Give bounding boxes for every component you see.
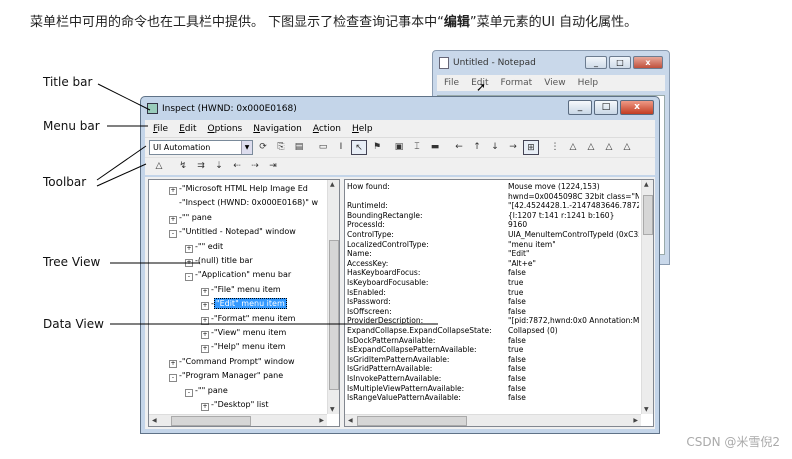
watermark: CSDN @米雪倪2 <box>686 435 780 449</box>
callout-lines <box>96 83 438 325</box>
